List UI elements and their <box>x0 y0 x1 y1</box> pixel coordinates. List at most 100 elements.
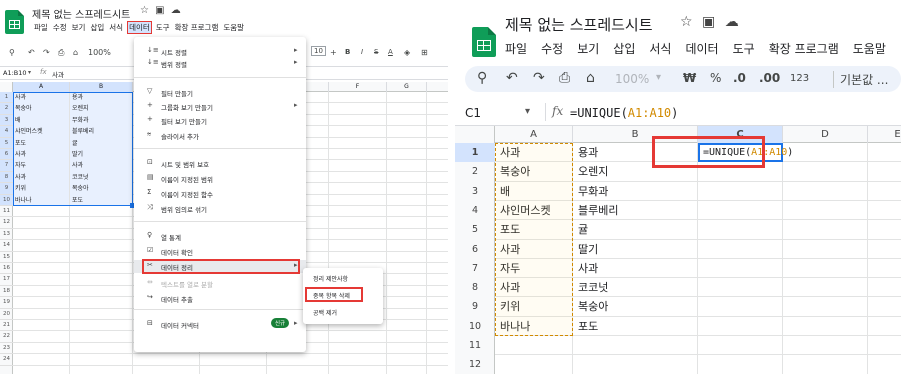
row-header[interactable]: 16 <box>0 263 13 275</box>
font-size-field[interactable]: 10 <box>311 46 326 56</box>
column-header[interactable]: B <box>70 82 133 92</box>
formula-input[interactable]: =UNIQUE(A1:A10) <box>570 106 678 120</box>
font-size-plus-icon[interactable]: + <box>330 48 337 57</box>
percent-format-button[interactable]: % <box>710 71 721 85</box>
doc-title[interactable]: 제목 없는 스프레드시트 <box>32 6 130 21</box>
dropdown-item-6[interactable]: ⩬ 슬라이서 추가 <box>134 129 306 142</box>
search-icon[interactable]: ⚲ <box>477 70 487 86</box>
row-header[interactable]: 10 <box>455 317 495 336</box>
dropdown-item-8[interactable]: ▤ 이름이 지정된 범위 <box>134 172 306 185</box>
cloud-icon[interactable]: ☁ <box>171 5 181 16</box>
row-header[interactable]: 24 <box>0 354 13 366</box>
row-header[interactable]: 11 <box>455 336 495 355</box>
menu-1[interactable]: 파일 <box>505 40 527 57</box>
row-header[interactable]: 18 <box>0 286 13 298</box>
row-header[interactable]: 6 <box>455 240 495 259</box>
paint-format-icon[interactable]: ⌂ <box>73 48 78 57</box>
row-header[interactable]: 4 <box>455 201 495 220</box>
row-header[interactable]: 10 <box>0 194 13 206</box>
menu-2[interactable]: 수정 <box>53 22 67 33</box>
dropdown-item-3[interactable]: ▽ 필터 만들기 <box>134 86 306 99</box>
row-header[interactable]: 7 <box>0 160 13 172</box>
column-header[interactable]: A <box>495 126 573 143</box>
row-header[interactable]: 17 <box>0 274 13 286</box>
decrease-decimal-button[interactable]: .0 <box>733 71 746 85</box>
menu-2[interactable]: 수정 <box>541 40 563 57</box>
undo-icon[interactable]: ↶ <box>28 48 35 57</box>
row-header[interactable]: 1 <box>455 143 495 163</box>
folder-icon[interactable]: ▣ <box>155 5 164 16</box>
chevron-down-icon[interactable]: ▾ <box>28 69 31 76</box>
menu-5[interactable]: 서식 <box>649 40 671 57</box>
row-header[interactable]: 15 <box>0 252 13 263</box>
cell-b[interactable]: 복숭아 <box>578 297 608 316</box>
dropdown-item-16[interactable]: ⊟ 데이터 커넥터 ▸ 신규 <box>134 318 306 331</box>
dropdown-item-14[interactable]: ⇹ 텍스트를 열로 분할 <box>134 277 306 290</box>
formula-input[interactable]: 사과 <box>52 69 64 79</box>
menu-7[interactable]: 도구 <box>156 22 170 33</box>
zoom-select[interactable]: 100% <box>615 72 649 86</box>
undo-icon[interactable]: ↶ <box>506 70 518 86</box>
menu-6[interactable]: 데이터 <box>127 21 152 34</box>
row-header[interactable]: 14 <box>0 240 13 252</box>
submenu-item-1[interactable]: 정리 제안사항 <box>313 274 348 283</box>
bold-icon[interactable]: B <box>345 48 350 56</box>
borders-icon[interactable]: ⊞ <box>421 48 428 57</box>
folder-icon[interactable]: ▣ <box>702 14 715 30</box>
row-header[interactable]: 19 <box>0 297 13 309</box>
chevron-down-icon[interactable]: ▾ <box>656 72 661 83</box>
number-format-button[interactable]: 123 <box>790 73 809 84</box>
print-icon[interactable]: ⎙ <box>58 48 64 58</box>
dropdown-item-11[interactable]: ♀ 열 통계 <box>134 230 306 243</box>
row-header[interactable]: 4 <box>0 126 13 138</box>
menu-4[interactable]: 삽입 <box>90 22 104 33</box>
dropdown-item-7[interactable]: ⊡ 시트 및 범위 보호 <box>134 157 306 170</box>
strikethrough-icon[interactable]: S <box>374 48 378 56</box>
cell-b[interactable]: 무화과 <box>578 182 608 201</box>
row-header[interactable]: 12 <box>455 355 495 374</box>
cloud-icon[interactable]: ☁ <box>725 14 739 30</box>
row-header[interactable]: 11 <box>0 206 13 218</box>
row-header[interactable]: 12 <box>0 217 13 229</box>
search-icon[interactable]: ⚲ <box>9 48 15 57</box>
row-header[interactable]: 8 <box>0 171 13 184</box>
row-header[interactable]: 7 <box>455 259 495 278</box>
row-header[interactable]: 3 <box>0 114 13 127</box>
currency-format-button[interactable]: ₩ <box>683 71 696 85</box>
increase-decimal-button[interactable]: .00 <box>759 71 780 85</box>
column-header[interactable]: G <box>387 82 427 92</box>
menu-6[interactable]: 데이터 <box>685 40 718 57</box>
font-family-select[interactable]: 기본값 ... <box>833 71 888 88</box>
row-header[interactable]: 5 <box>0 137 13 149</box>
cell-b[interactable]: 포도 <box>578 317 598 336</box>
row-header[interactable]: 20 <box>0 309 13 320</box>
row-header[interactable]: 9 <box>455 297 495 316</box>
column-header[interactable]: H <box>427 82 448 92</box>
cell-b[interactable]: 사과 <box>578 259 598 278</box>
menu-3[interactable]: 보기 <box>72 22 86 33</box>
row-header[interactable]: 3 <box>455 182 495 201</box>
dropdown-item-2[interactable]: ↓≡ 범위 정렬 ▸ <box>134 57 306 70</box>
cell-b[interactable]: 블루베리 <box>578 201 618 220</box>
row-header[interactable]: 2 <box>455 162 495 181</box>
text-color-icon[interactable]: A <box>388 48 393 56</box>
cell-b[interactable]: 코코넛 <box>578 278 608 297</box>
print-icon[interactable]: ⎙ <box>559 70 570 86</box>
menu-8[interactable]: 확장 프로그램 <box>175 22 219 33</box>
cell-b[interactable]: 귤 <box>578 220 588 239</box>
chevron-down-icon[interactable]: ▾ <box>525 106 530 117</box>
row-header[interactable]: 23 <box>0 343 13 355</box>
menu-3[interactable]: 보기 <box>577 40 599 57</box>
column-header[interactable]: A <box>13 82 70 92</box>
column-header[interactable]: D <box>783 126 868 143</box>
name-box[interactable]: C1 <box>465 106 481 120</box>
zoom-select[interactable]: 100% <box>88 48 111 57</box>
dropdown-item-15[interactable]: ↪ 데이터 추출 <box>134 292 306 305</box>
redo-icon[interactable]: ↷ <box>533 70 545 86</box>
row-header[interactable]: 6 <box>0 149 13 161</box>
menu-9[interactable]: 도움말 <box>223 22 244 33</box>
cell-b[interactable]: 용과 <box>578 143 598 162</box>
italic-icon[interactable]: I <box>361 48 363 56</box>
menu-5[interactable]: 서식 <box>109 22 123 33</box>
star-icon[interactable]: ☆ <box>140 5 149 16</box>
